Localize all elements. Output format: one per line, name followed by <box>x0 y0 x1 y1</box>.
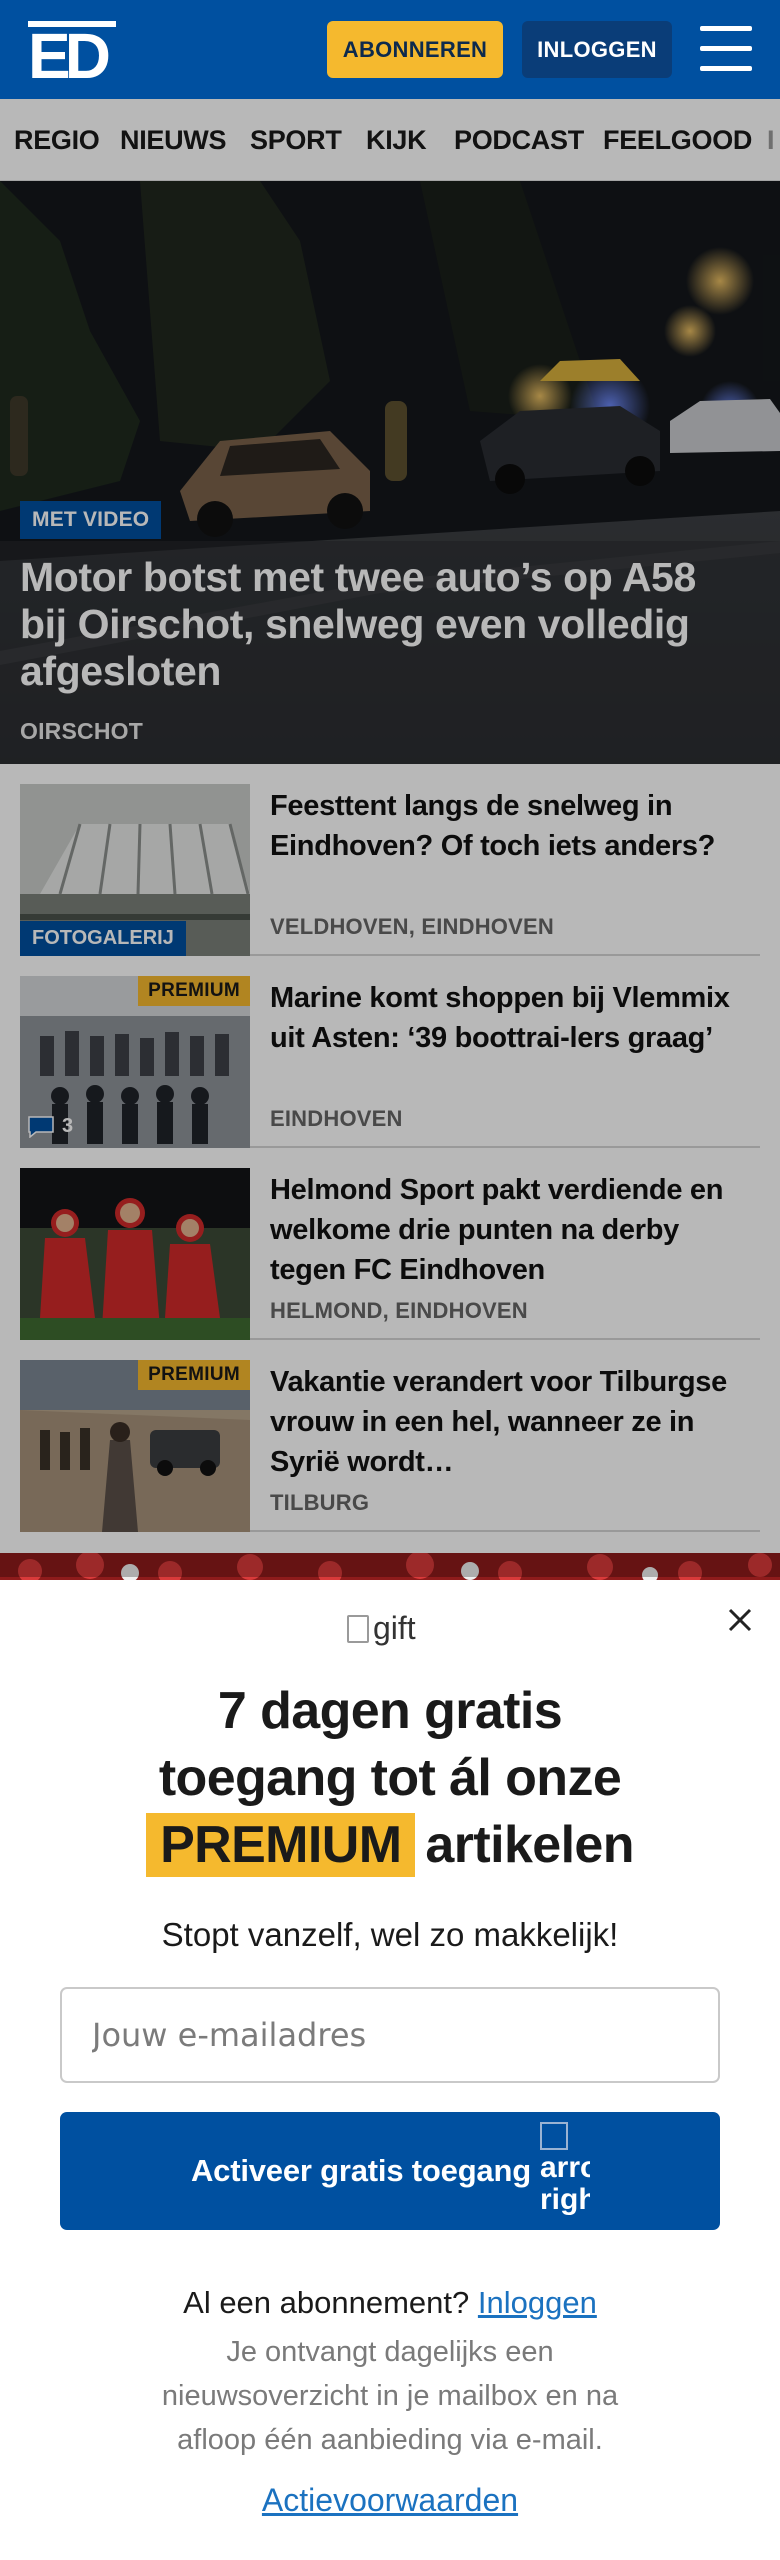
list-item[interactable]: PREMIUM 3 Marine komt shoppen bij Vlemmi… <box>20 956 760 1148</box>
article-title[interactable]: Vakantie verandert voor Tilburgse vrouw … <box>270 1362 760 1482</box>
nav-item-kijk[interactable]: KIJK <box>366 125 427 156</box>
comment-count[interactable]: 3 <box>28 1115 73 1138</box>
email-input[interactable] <box>60 1987 720 2083</box>
article-thumbnail: FOTOGALERIJ <box>20 784 250 956</box>
hero-location: OIRSCHOT <box>20 718 143 744</box>
next-article-image <box>0 1553 780 1583</box>
article-location: HELMOND, EINDHOVEN <box>270 1298 528 1323</box>
subscribe-button[interactable]: ABONNEREN <box>327 21 503 78</box>
article-location: VELDHOVEN, EINDHOVEN <box>270 914 554 939</box>
article-location: TILBURG <box>270 1490 370 1515</box>
nav-item-feelgood[interactable]: FEELGOOD <box>603 125 752 156</box>
nav-item-sport[interactable]: SPORT <box>250 125 342 156</box>
comment-count-value: 3 <box>62 1115 74 1137</box>
hero-article[interactable]: MET VIDEO Motor botst met twee auto’s op… <box>0 181 780 764</box>
list-item[interactable]: FOTOGALERIJ Feesttent langs de snelweg i… <box>20 764 760 956</box>
cta-label: Activeer gratis toegang <box>191 2153 531 2188</box>
top-bar: ED ABONNEREN INLOGGEN <box>0 0 780 99</box>
arrow-right-icon: arro righ <box>540 2122 590 2220</box>
login-button[interactable]: INLOGGEN <box>522 21 672 78</box>
headline-suffix: artikelen <box>425 1816 634 1874</box>
premium-tag: PREMIUM <box>138 976 250 1006</box>
close-icon[interactable] <box>722 1602 758 1638</box>
popup-headline: 7 dagen gratis toegang tot ál onze PREMI… <box>0 1678 780 1879</box>
article-title[interactable]: Feesttent langs de snelweg in Eindhoven?… <box>270 786 760 866</box>
article-location: EINDHOVEN <box>270 1106 403 1131</box>
category-nav: REGIO NIEUWS SPORT KIJK PODCAST FEELGOOD… <box>0 99 780 181</box>
activate-free-access-button[interactable]: Activeer gratis toegang arro righ <box>60 2112 720 2230</box>
newsletter-info: Je ontvangt dagelijks een nieuwsoverzich… <box>161 2336 619 2456</box>
logo-text: ED <box>28 21 109 79</box>
terms-line: Actievoorwaarden <box>0 2482 780 2519</box>
premium-trial-popup: gift 7 dagen gratis toegang tot ál onze … <box>0 1580 780 2560</box>
article-thumbnail <box>20 1168 250 1340</box>
photo-gallery-tag: FOTOGALERIJ <box>20 921 186 956</box>
existing-account-line: Al een abonnement? Inloggen <box>0 2285 780 2321</box>
article-thumbnail: PREMIUM 3 <box>20 976 250 1148</box>
article-title[interactable]: Helmond Sport pakt verdiende en welkome … <box>270 1170 760 1290</box>
nav-item-nieuws[interactable]: NIEUWS <box>120 125 227 156</box>
video-badge: MET VIDEO <box>20 501 162 539</box>
list-item[interactable]: PREMIUM Vakantie verandert voor Tilburgs… <box>20 1340 760 1532</box>
gift-icon: gift <box>347 1610 416 1647</box>
premium-tag: PREMIUM <box>138 1360 250 1390</box>
article-title[interactable]: Marine komt shoppen bij Vlemmix uit Aste… <box>270 978 760 1058</box>
ed-logo[interactable]: ED <box>28 21 116 79</box>
nav-item-more[interactable]: I <box>767 125 775 156</box>
nav-item-regio[interactable]: REGIO <box>14 125 100 156</box>
headline-line-3: PREMIUM artikelen <box>146 1812 635 1879</box>
hamburger-menu-icon[interactable] <box>700 26 752 72</box>
premium-highlight: PREMIUM <box>146 1813 416 1877</box>
headline-line-1: 7 dagen gratis <box>217 1682 563 1740</box>
article-list: FOTOGALERIJ Feesttent langs de snelweg i… <box>0 764 780 1577</box>
headline-line-2: toegang tot ál onze <box>158 1749 622 1807</box>
hero-title[interactable]: Motor botst met twee auto’s op A58 bij O… <box>20 554 740 695</box>
terms-link[interactable]: Actievoorwaarden <box>262 2482 518 2518</box>
login-link[interactable]: Inloggen <box>478 2285 597 2320</box>
popup-subline: Stopt vanzelf, wel zo makkelijk! <box>161 1916 619 1953</box>
list-item[interactable]: Helmond Sport pakt verdiende en welkome … <box>20 1148 760 1340</box>
nav-item-podcast[interactable]: PODCAST <box>454 125 584 156</box>
account-text: Al een abonnement? <box>183 2285 470 2320</box>
article-thumbnail: PREMIUM <box>20 1360 250 1532</box>
comment-icon <box>28 1115 54 1138</box>
